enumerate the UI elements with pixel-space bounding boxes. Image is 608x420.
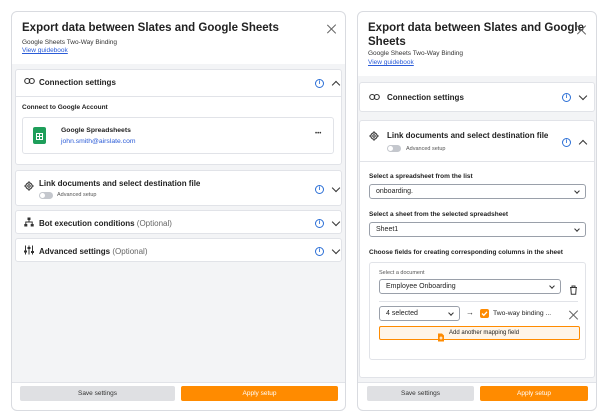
- trash-icon[interactable]: [569, 282, 578, 300]
- fields-label: Choose fields for creating corresponding…: [369, 249, 563, 256]
- gear-icon: [24, 181, 34, 194]
- info-icon[interactable]: i: [315, 247, 324, 256]
- mapping-card: Select a document Employee Onboarding 4 …: [369, 262, 586, 360]
- account-name: Google Spreadsheets: [61, 127, 131, 134]
- field-multiselect[interactable]: 4 selected: [379, 306, 460, 321]
- sheet-label: Select a sheet from the selected spreads…: [369, 211, 509, 218]
- connection-settings-label: Connection settings: [387, 93, 464, 102]
- add-mapping-label: Add another mapping field: [449, 330, 520, 336]
- sliders-icon: [24, 245, 34, 258]
- info-icon[interactable]: i: [315, 219, 324, 228]
- connection-settings-label: Connection settings: [39, 78, 116, 87]
- info-icon[interactable]: i: [315, 79, 324, 88]
- spreadsheet-label: Select a spreadsheet from the list: [369, 173, 473, 180]
- advanced-settings-label: Advanced settings (Optional): [39, 247, 148, 256]
- two-way-binding-checkbox[interactable]: [480, 309, 489, 318]
- view-guidebook-link[interactable]: View guidebook: [368, 59, 414, 66]
- footer-divider: [358, 382, 596, 383]
- remove-mapping-icon[interactable]: [568, 309, 576, 317]
- chevron-down-icon[interactable]: [331, 183, 341, 193]
- bot-execution-section[interactable]: Bot execution conditions (Optional) i: [15, 210, 342, 234]
- view-guidebook-link[interactable]: View guidebook: [22, 47, 68, 54]
- apply-setup-button[interactable]: Apply setup: [480, 386, 588, 401]
- connection-settings-header[interactable]: Connection settings i: [16, 70, 341, 96]
- export-panel-expanded: Export data between Slates and Google Sh…: [357, 11, 597, 411]
- link-documents-label: Link documents and select destination fi…: [39, 179, 201, 188]
- info-icon[interactable]: i: [562, 93, 571, 102]
- connect-account-label: Connect to Google Account: [22, 104, 108, 111]
- hierarchy-icon: [24, 217, 34, 230]
- gear-icon: [369, 131, 379, 144]
- advanced-settings-section[interactable]: Advanced settings (Optional) i: [15, 238, 342, 262]
- settings-body: Connection settings i Link documents and…: [358, 76, 596, 382]
- chevron-down-icon[interactable]: [331, 217, 341, 227]
- apply-setup-button[interactable]: Apply setup: [181, 386, 338, 401]
- advanced-setup-toggle[interactable]: [387, 145, 401, 152]
- account-email: john.smith@airslate.com: [61, 138, 136, 145]
- chevron-down-icon[interactable]: [331, 245, 341, 255]
- divider: [16, 96, 341, 97]
- divider: [360, 161, 594, 162]
- link-documents-label: Link documents and select destination fi…: [387, 131, 549, 140]
- connection-settings-section: Connection settings i Connect to Google …: [15, 69, 342, 165]
- footer-divider: [12, 382, 345, 383]
- two-way-binding-label: Two-way binding ...: [493, 310, 552, 317]
- divider: [379, 301, 578, 302]
- chevron-down-icon: [448, 310, 454, 316]
- link-icon: [24, 77, 35, 88]
- panel-subtitle: Google Sheets Two-Way Binding: [22, 39, 118, 46]
- chevron-up-icon[interactable]: [578, 139, 588, 149]
- chevron-up-icon[interactable]: [331, 80, 341, 90]
- advanced-setup-label: Advanced setup: [57, 192, 97, 198]
- save-settings-button[interactable]: Save settings: [20, 386, 175, 401]
- spreadsheet-select[interactable]: onboarding.: [369, 184, 586, 199]
- info-icon[interactable]: i: [315, 185, 324, 194]
- link-documents-header[interactable]: Link documents and select destination fi…: [360, 121, 594, 159]
- chevron-down-icon: [549, 283, 555, 289]
- info-icon[interactable]: i: [562, 138, 571, 147]
- sheet-select[interactable]: Sheet1: [369, 222, 586, 237]
- close-icon[interactable]: [326, 23, 338, 35]
- save-settings-button[interactable]: Save settings: [367, 386, 474, 401]
- chevron-down-icon[interactable]: [578, 91, 588, 101]
- arrow-right-icon: →: [466, 308, 474, 317]
- document-select[interactable]: Employee Onboarding: [379, 279, 561, 294]
- advanced-setup-toggle[interactable]: [39, 192, 53, 199]
- chevron-down-icon: [574, 188, 580, 194]
- bot-execution-label: Bot execution conditions (Optional): [39, 219, 172, 228]
- add-mapping-button[interactable]: Add another mapping field: [379, 326, 580, 342]
- add-field-icon: [437, 329, 445, 347]
- link-icon: [369, 93, 380, 104]
- panel-title: Export data between Slates and Google Sh…: [22, 22, 279, 34]
- close-icon[interactable]: [576, 24, 588, 36]
- settings-body: Connection settings i Connect to Google …: [12, 64, 345, 382]
- link-documents-section[interactable]: Link documents and select destination fi…: [15, 170, 342, 206]
- panel-title-line1: Export data between Slates and Google: [368, 22, 584, 34]
- advanced-setup-label: Advanced setup: [406, 146, 446, 152]
- google-sheets-icon: [33, 127, 46, 144]
- panel-title-line2: Sheets: [368, 36, 406, 48]
- more-options-icon[interactable]: •••: [315, 131, 321, 137]
- link-documents-section: Link documents and select destination fi…: [359, 120, 595, 378]
- google-account-card[interactable]: Google Spreadsheets john.smith@airslate.…: [22, 117, 334, 154]
- document-label: Select a document: [379, 270, 425, 276]
- connection-settings-section[interactable]: Connection settings i: [359, 82, 595, 112]
- chevron-down-icon: [574, 226, 580, 232]
- export-panel-collapsed: Export data between Slates and Google Sh…: [11, 11, 346, 411]
- panel-subtitle: Google Sheets Two-Way Binding: [368, 50, 464, 57]
